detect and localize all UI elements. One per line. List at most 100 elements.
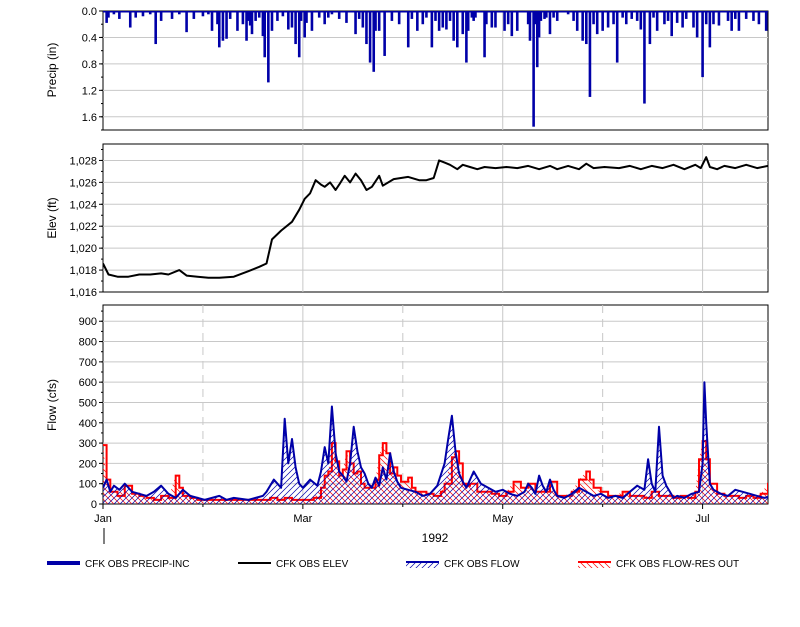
y-tick-label: 800 bbox=[79, 337, 97, 349]
precip-bar bbox=[778, 11, 781, 24]
legend-label: CFK OBS ELEV bbox=[276, 559, 349, 570]
precip-bar bbox=[452, 11, 455, 41]
flow-panel: 0 100 200 300 400 500 600 700 800 900 Jan Mar May Ju… bbox=[45, 304, 769, 545]
precip-bar bbox=[368, 11, 372, 63]
precip-bar bbox=[406, 11, 410, 48]
flow-y-ticks: 0 100 200 300 400 500 600 700 800 900 bbox=[79, 310, 103, 511]
precip-bar bbox=[548, 11, 552, 35]
precip-bar bbox=[585, 11, 588, 45]
precip-bar bbox=[615, 11, 619, 63]
precip-bar bbox=[494, 11, 497, 28]
precip-bar bbox=[506, 11, 510, 25]
y-tick-label: 1,016 bbox=[69, 287, 97, 299]
precip-bar bbox=[241, 11, 245, 25]
precip-bar bbox=[354, 11, 357, 35]
precip-axis-label: Precip (in) bbox=[45, 43, 59, 98]
precip-bar bbox=[490, 11, 494, 28]
precip-bar bbox=[670, 11, 674, 37]
precip-bar bbox=[601, 11, 604, 31]
y-tick-label: 1,024 bbox=[69, 199, 97, 211]
precip-bar bbox=[708, 11, 712, 48]
y-tick-label: 0 bbox=[91, 499, 97, 511]
elev-panel: 1,016 1,018 1,020 1,022 1,024 1,026 1,028 Elev… bbox=[45, 143, 769, 299]
y-tick-label: 1.6 bbox=[82, 112, 97, 124]
precip-bar bbox=[421, 11, 425, 25]
precip-bar bbox=[792, 11, 795, 21]
elev-y-ticks: 1,016 1,018 1,020 1,022 1,024 1,026 1,028 bbox=[69, 148, 103, 299]
precip-bar bbox=[217, 11, 221, 48]
precip-bar bbox=[461, 11, 465, 35]
precip-bar bbox=[717, 11, 721, 26]
precip-bar bbox=[781, 11, 784, 28]
precip-bar bbox=[397, 11, 401, 25]
precip-bar bbox=[675, 11, 679, 23]
y-tick-label: 100 bbox=[79, 479, 97, 491]
precip-bar bbox=[769, 11, 772, 61]
precip-bar bbox=[588, 11, 592, 97]
y-tick-label: 1,028 bbox=[69, 155, 97, 167]
x-tick-label: Jul bbox=[696, 513, 710, 525]
precip-bar bbox=[581, 11, 584, 41]
precip-bar bbox=[712, 11, 715, 25]
precip-bar bbox=[785, 11, 788, 24]
precip-bar bbox=[692, 11, 695, 28]
precip-bar bbox=[663, 11, 666, 25]
precip-bar bbox=[776, 11, 779, 47]
precip-bar bbox=[510, 11, 514, 37]
precip-bar bbox=[737, 11, 741, 31]
precip-bar bbox=[757, 11, 761, 25]
precip-bar bbox=[701, 11, 704, 78]
precip-bar bbox=[612, 11, 615, 25]
precip-bar bbox=[695, 11, 699, 38]
precip-bar bbox=[377, 11, 381, 31]
hydrograph-chart: 0.00.40.81.21.6 Precip (in) 1,0161,0181,… bbox=[45, 6, 795, 570]
precip-bar bbox=[456, 11, 459, 48]
y-tick-label: 1,026 bbox=[69, 177, 97, 189]
precip-bar bbox=[532, 11, 535, 127]
precip-bar bbox=[323, 11, 326, 25]
precip-bar bbox=[764, 11, 768, 31]
precip-bar bbox=[515, 11, 519, 31]
precip-bar bbox=[430, 11, 434, 48]
legend-label: CFK OBS PRECIP-INC bbox=[85, 559, 189, 570]
y-tick-label: 0.0 bbox=[82, 6, 97, 18]
precip-bar bbox=[365, 11, 368, 45]
precip-bar bbox=[704, 11, 708, 25]
precip-bar bbox=[528, 11, 532, 41]
precip-plot-frame bbox=[102, 10, 769, 131]
x-tick-label: May bbox=[492, 513, 513, 525]
x-tick-label: Jan bbox=[94, 513, 112, 525]
legend: CFK OBS PRECIP-INC CFK OBS ELEV CFK OBS FL… bbox=[47, 559, 739, 570]
precip-bar bbox=[221, 11, 225, 41]
precip-bar bbox=[185, 11, 188, 33]
precip-bar bbox=[503, 11, 506, 31]
year-label: 1992 bbox=[422, 531, 449, 545]
precip-bar bbox=[287, 11, 290, 30]
precip-bar bbox=[790, 11, 793, 31]
y-tick-label: 700 bbox=[79, 357, 97, 369]
legend-label: CFK OBS FLOW-RES OUT bbox=[616, 559, 739, 570]
precip-bar bbox=[374, 11, 377, 31]
precip-bar bbox=[643, 11, 646, 104]
precip-bar bbox=[575, 11, 579, 31]
y-tick-label: 1.2 bbox=[82, 85, 97, 97]
y-tick-label: 900 bbox=[79, 316, 97, 328]
precip-bar bbox=[128, 11, 132, 28]
precip-bar bbox=[485, 11, 488, 25]
precip-bar bbox=[772, 11, 775, 31]
y-tick-label: 200 bbox=[79, 458, 97, 470]
precip-bar bbox=[655, 11, 659, 31]
flow-x-ticks: JanMarMayJulSepNov bbox=[94, 504, 710, 525]
precip-bar bbox=[730, 11, 733, 31]
y-tick-label: 300 bbox=[79, 438, 97, 450]
precip-bar bbox=[592, 11, 595, 25]
precip-bar bbox=[250, 11, 254, 35]
precip-bar bbox=[361, 11, 365, 28]
y-tick-label: 0.8 bbox=[82, 59, 97, 71]
precip-bar bbox=[445, 11, 448, 30]
y-tick-label: 0.4 bbox=[82, 32, 97, 44]
precip-bar bbox=[416, 11, 419, 31]
precip-bar bbox=[210, 11, 214, 31]
precip-bar bbox=[305, 11, 308, 23]
precip-bar bbox=[624, 11, 628, 25]
